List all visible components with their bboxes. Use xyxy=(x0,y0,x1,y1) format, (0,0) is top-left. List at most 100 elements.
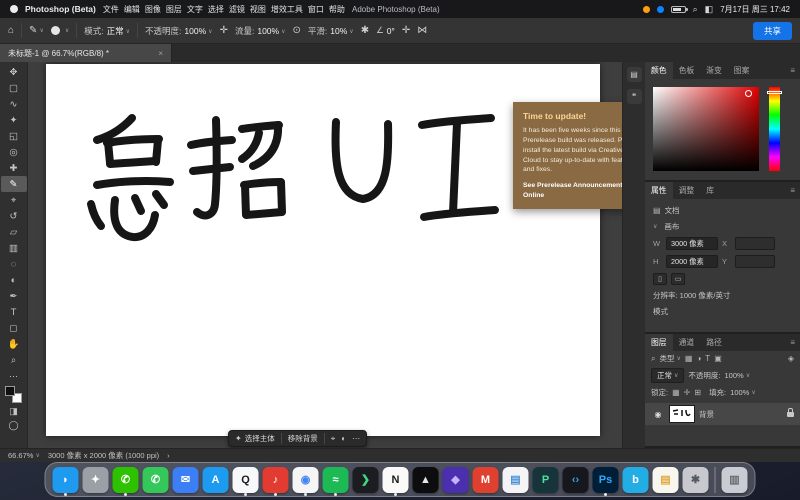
dock-qq-icon[interactable]: Q xyxy=(233,467,259,493)
dock-terminal-icon[interactable]: ❯ xyxy=(353,467,379,493)
brush-tool-preset-icon[interactable]: ✎ xyxy=(29,25,44,36)
fill-value[interactable]: 100% xyxy=(730,388,756,397)
apple-menu-icon[interactable] xyxy=(10,5,18,13)
status-chevron-icon[interactable]: › xyxy=(167,451,170,460)
menubar-menu-6[interactable]: 选择 xyxy=(208,4,224,15)
dock-cursor-icon[interactable]: ▲ xyxy=(413,467,439,493)
filter-adjustment-icon[interactable]: ◑ xyxy=(696,354,701,363)
menubar-menu-10[interactable]: 窗口 xyxy=(308,4,324,15)
hue-cursor[interactable] xyxy=(767,91,782,94)
lock-position-icon[interactable]: ✛ xyxy=(684,388,691,397)
crop-tool[interactable]: ◱ xyxy=(1,128,27,144)
color-swatches[interactable] xyxy=(5,386,22,403)
dock-facetime-icon[interactable]: ✆ xyxy=(143,467,169,493)
eyedropper-tool[interactable]: ◎ xyxy=(1,144,27,160)
dock-pycharm-icon[interactable]: P xyxy=(533,467,559,493)
symmetry-icon[interactable]: ⋈ xyxy=(417,25,427,36)
eraser-tool[interactable]: ▱ xyxy=(1,224,27,240)
filter-type-label[interactable]: 类型 xyxy=(659,353,680,364)
zoom-tool[interactable]: ⌕ xyxy=(1,352,27,368)
healing-brush-tool[interactable]: ✚ xyxy=(1,160,27,176)
dock-chrome-icon[interactable]: ◉ xyxy=(293,467,319,493)
pen-tool[interactable]: ✒ xyxy=(1,288,27,304)
foreground-color-swatch[interactable] xyxy=(5,386,15,396)
quick-mask-icon[interactable]: ◨ xyxy=(9,406,18,417)
dock-notion-icon[interactable]: N xyxy=(383,467,409,493)
comments-icon[interactable]: ❝ xyxy=(627,89,642,104)
shape-tool[interactable]: ◻ xyxy=(1,320,27,336)
menubar-menu-2[interactable]: 编辑 xyxy=(124,4,140,15)
brush-angle-control[interactable]: ∠ 0° xyxy=(376,25,395,36)
dock-settings-icon[interactable]: ✱ xyxy=(683,467,709,493)
tab-adjustments[interactable]: 调整 xyxy=(673,182,701,199)
opacity-value[interactable]: 100% xyxy=(184,26,212,36)
layer-visibility-eye-icon[interactable]: ◉ xyxy=(651,410,665,419)
select-subject-button[interactable]: ✦ 选择主体 xyxy=(235,433,275,444)
transform-icon[interactable]: ⌖ xyxy=(331,434,336,444)
home-icon[interactable]: ⌂ xyxy=(8,25,14,36)
filter-type-icon[interactable]: T xyxy=(705,354,710,363)
menubar-extra-icon-orange[interactable] xyxy=(643,6,650,13)
history-brush-tool[interactable]: ↺ xyxy=(1,208,27,224)
angle-value[interactable]: 0° xyxy=(387,26,395,36)
menubar-clock[interactable]: 7月17日 周三 17:42 xyxy=(720,4,790,15)
dock-spotify-icon[interactable]: ≈ xyxy=(323,467,349,493)
filter-pixel-icon[interactable]: ▦ xyxy=(685,354,693,363)
tab-layers[interactable]: 图层 xyxy=(645,334,673,351)
dock-appstore-icon[interactable]: A xyxy=(203,467,229,493)
saturation-box[interactable] xyxy=(653,87,759,171)
canvas-width-input[interactable] xyxy=(666,237,718,250)
panel-menu-icon[interactable] xyxy=(785,182,800,199)
clone-stamp-tool[interactable]: ⌖ xyxy=(1,192,27,208)
layer-thumbnail[interactable] xyxy=(670,406,694,422)
marquee-tool[interactable]: ▢ xyxy=(1,80,27,96)
panel-menu-icon[interactable] xyxy=(785,334,800,351)
dock-trash-icon[interactable]: ▥ xyxy=(722,467,748,493)
tab-patterns[interactable]: 图案 xyxy=(728,62,756,79)
dock-mail-icon[interactable]: M xyxy=(473,467,499,493)
canvas-x-input[interactable] xyxy=(735,237,775,250)
menubar-menu-8[interactable]: 视图 xyxy=(250,4,266,15)
smoothing-control[interactable]: 平滑: 10% xyxy=(308,25,354,37)
blur-tool[interactable]: ◌ xyxy=(1,256,27,272)
dock-docs-icon[interactable]: ▤ xyxy=(503,467,529,493)
dock-notes-icon[interactable]: ▤ xyxy=(653,467,679,493)
canvas-y-input[interactable] xyxy=(735,255,775,268)
layer-opacity-value[interactable]: 100% xyxy=(725,371,751,380)
filter-search-icon[interactable]: ⌕ xyxy=(651,354,655,364)
menubar-extra-icon-blue[interactable] xyxy=(657,6,664,13)
more-options-icon[interactable]: ⋯ xyxy=(352,434,360,443)
color-cursor[interactable] xyxy=(745,90,752,97)
lasso-tool[interactable]: ∿ xyxy=(1,96,27,112)
menubar-menu-3[interactable]: 图像 xyxy=(145,4,161,15)
hue-slider[interactable] xyxy=(769,87,780,171)
adjust-icon[interactable]: ◐ xyxy=(341,434,346,443)
dodge-tool[interactable]: ◐ xyxy=(1,272,27,288)
tab-channels[interactable]: 通道 xyxy=(673,334,701,351)
panel-menu-icon[interactable] xyxy=(785,62,800,79)
expand-panels-icon[interactable]: ▤ xyxy=(627,67,642,82)
edit-toolbar-icon[interactable]: ⋯ xyxy=(9,371,18,382)
opacity-control[interactable]: 不透明度: 100% xyxy=(145,25,213,37)
menubar-menu-1[interactable]: 文件 xyxy=(103,4,119,15)
dock-launchpad-icon[interactable]: ✦ xyxy=(83,467,109,493)
layer-blend-mode-select[interactable]: 正常 xyxy=(651,368,684,383)
gradient-tool[interactable]: ▥ xyxy=(1,240,27,256)
tab-color[interactable]: 颜色 xyxy=(645,62,673,79)
menubar-menu-5[interactable]: 文字 xyxy=(187,4,203,15)
menubar-menu-9[interactable]: 增效工具 xyxy=(271,4,303,15)
menubar-menu-11[interactable]: 帮助 xyxy=(329,4,345,15)
dock-photoshop-icon[interactable]: Ps xyxy=(593,467,619,493)
close-tab-icon[interactable]: × xyxy=(158,49,163,58)
mode-value[interactable]: 正常 xyxy=(107,25,130,37)
landscape-orientation-button[interactable]: ▭ xyxy=(671,273,685,285)
zoom-level[interactable]: 66.67% xyxy=(8,451,40,460)
portrait-orientation-button[interactable]: ▯ xyxy=(653,273,667,285)
battery-icon[interactable] xyxy=(671,6,686,13)
smoothing-options-icon[interactable]: ✱ xyxy=(361,25,369,36)
quick-selection-tool[interactable]: ✦ xyxy=(1,112,27,128)
type-tool[interactable]: T xyxy=(1,304,27,320)
notification-link[interactable]: See Prerelease Announcements Online xyxy=(523,181,622,200)
flow-value[interactable]: 100% xyxy=(257,26,285,36)
tab-properties[interactable]: 属性 xyxy=(645,182,673,199)
